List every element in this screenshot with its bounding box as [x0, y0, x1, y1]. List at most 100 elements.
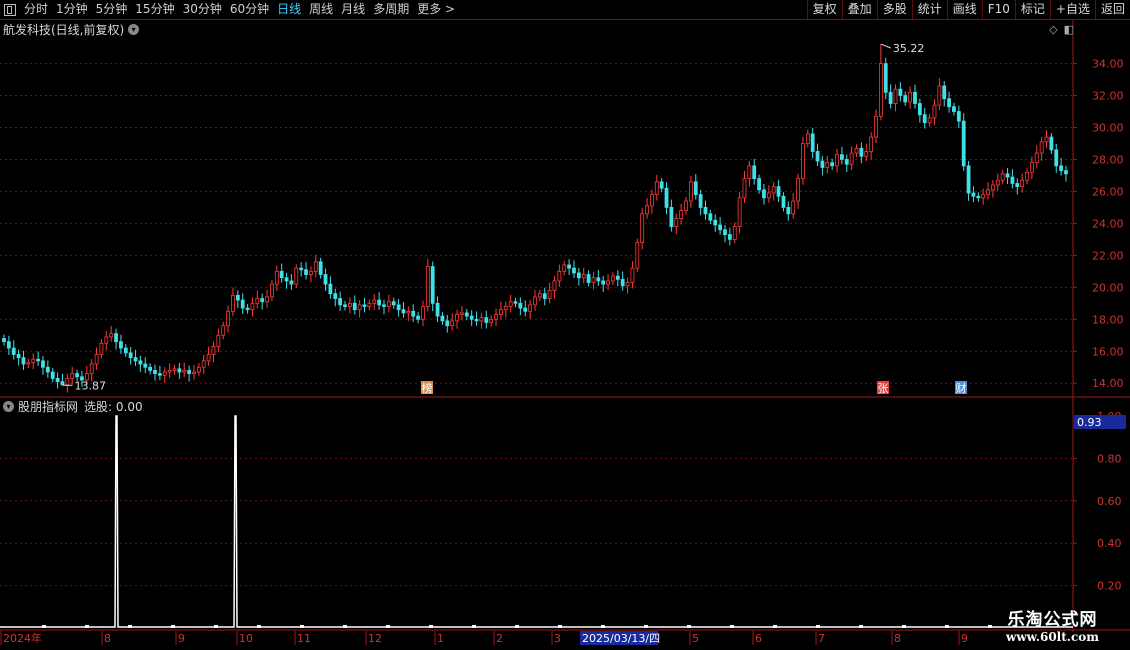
candle-body: [844, 159, 849, 165]
candle-body: [854, 147, 859, 154]
candle-body: [377, 299, 382, 306]
candle-body: [586, 274, 591, 283]
candle-body: [391, 301, 396, 306]
candle-body: [567, 264, 572, 269]
signal-dot: [773, 625, 777, 628]
candle-body: [518, 302, 523, 309]
signal-dot: [128, 625, 132, 628]
time-tick-label: 10: [239, 632, 253, 645]
candle-body: [469, 315, 474, 320]
candle-body: [611, 275, 615, 282]
candle-body: [859, 147, 864, 157]
candle-body: [479, 317, 484, 322]
indicator-tick-label: 0.20: [1097, 580, 1122, 593]
candle-body: [16, 354, 21, 359]
candle-body: [981, 194, 986, 199]
candle-body: [294, 267, 299, 285]
candle-body: [1000, 173, 1005, 181]
candle-body: [956, 111, 961, 122]
price-tick-label: 20.00: [1092, 281, 1124, 294]
candle-body: [1025, 171, 1029, 181]
candle-body: [523, 307, 528, 312]
candle-body: [382, 304, 386, 307]
candle-body: [148, 366, 153, 371]
candle-body: [123, 347, 128, 354]
candle-body: [669, 207, 674, 227]
signal-dot: [472, 625, 476, 628]
chevron-down-icon[interactable]: ▾: [3, 401, 14, 412]
candle-body: [323, 274, 328, 285]
candle-body: [815, 151, 820, 162]
time-tick-label: 3: [554, 632, 561, 645]
candle-body: [747, 165, 752, 180]
signal-dot: [300, 625, 304, 628]
candle-body: [528, 304, 533, 312]
candle-body: [942, 85, 947, 100]
time-tick-label: 11: [297, 632, 311, 645]
candle-body: [557, 270, 562, 282]
candle-body: [401, 309, 406, 314]
high-pointer: [880, 43, 892, 49]
candle-body: [630, 267, 635, 283]
panel-layout-icon[interactable]: ◧: [1064, 23, 1074, 36]
candle-body: [986, 189, 990, 196]
candle-body: [1015, 183, 1020, 188]
candle-body: [835, 154, 839, 167]
candle-body: [718, 224, 723, 231]
candle-body: [966, 165, 971, 194]
candle-body: [820, 160, 825, 168]
candle-body: [547, 290, 552, 299]
candle-body: [693, 181, 698, 196]
candle-body: [961, 120, 966, 167]
candle-body: [601, 280, 606, 285]
candle-body: [216, 334, 221, 347]
candle-body: [416, 315, 420, 320]
candle-body: [460, 312, 464, 315]
signal-dot: [343, 625, 347, 628]
candle-body: [645, 205, 649, 215]
candle-body: [757, 178, 761, 191]
candle-body: [830, 162, 835, 167]
candle-body: [55, 378, 60, 383]
signal-dot: [386, 625, 390, 628]
indicator-title: ▾ 股朋指标网 选股: 0.00: [3, 398, 143, 415]
candle-body: [240, 299, 245, 309]
candle-body: [498, 309, 503, 315]
price-tick-label: 34.00: [1092, 58, 1124, 71]
candle-body: [333, 293, 338, 299]
candle-body: [576, 272, 581, 279]
candle-body: [114, 333, 118, 343]
candle-body: [801, 143, 805, 180]
candle-body: [552, 280, 557, 291]
candle-body: [742, 178, 747, 199]
time-tick-label: 8: [894, 632, 901, 645]
candle-body: [109, 333, 114, 338]
time-tick-label: 12: [368, 632, 382, 645]
candle-body: [187, 370, 192, 375]
diamond-icon[interactable]: ◇: [1049, 23, 1057, 36]
candle-body: [1010, 176, 1015, 184]
candle-body: [226, 310, 230, 327]
candle-body: [810, 133, 815, 152]
signal-dot: [515, 625, 519, 628]
candle-body: [309, 270, 313, 275]
candle-body: [874, 115, 878, 138]
candle-body: [343, 304, 347, 307]
candle-body: [235, 294, 240, 301]
candle-body: [304, 269, 308, 275]
cursor-date-label: 2025/03/13/四: [582, 632, 660, 645]
kline-chart[interactable]: 35.22 13.87 榜 张 财 34.00 32.00 30.00 28.00 26.00 2…: [0, 0, 1130, 650]
candle-body: [1029, 162, 1034, 173]
candle-body: [883, 63, 888, 93]
candle-body: [752, 165, 757, 180]
candle-body: [664, 187, 669, 208]
candle-body: [211, 346, 216, 355]
candle-body: [231, 294, 235, 312]
candle-body: [21, 357, 26, 365]
chevron-down-icon[interactable]: ▾: [128, 24, 140, 35]
candle-body: [679, 210, 684, 219]
candle-body: [474, 318, 479, 322]
candle-body: [606, 280, 610, 285]
candle-body: [952, 106, 956, 112]
candle-body: [284, 277, 289, 282]
